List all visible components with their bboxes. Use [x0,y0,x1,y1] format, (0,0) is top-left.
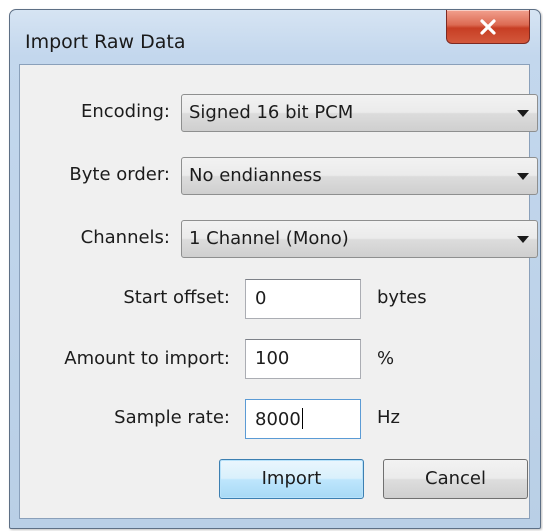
amount-input[interactable]: 100 [245,339,361,379]
byte-order-label: Byte order: [69,164,170,185]
dialog-body: Encoding: Signed 16 bit PCM Byte order: … [19,64,538,519]
chevron-down-icon [517,173,529,180]
chevron-down-icon [517,236,529,243]
amount-unit: % [377,348,395,369]
byte-order-dropdown[interactable]: No endianness [181,157,538,195]
start-offset-input[interactable]: 0 [245,279,361,319]
byte-order-value: No endianness [189,165,322,186]
start-offset-label: Start offset: [123,287,230,308]
chevron-down-icon [517,110,529,117]
start-offset-value: 0 [255,288,267,309]
sample-rate-value: 8000 [255,409,301,430]
sample-rate-label: Sample rate: [114,407,230,428]
channels-value: 1 Channel (Mono) [189,228,349,249]
text-caret [301,408,303,429]
sample-rate-unit: Hz [377,407,400,428]
import-raw-data-dialog: Import Raw Data Encoding: Signed 16 bit … [9,9,541,529]
close-button[interactable] [446,10,530,44]
sample-rate-input[interactable]: 8000 [245,399,361,439]
sample-rate-field-content: 8000 [255,408,303,430]
title-bar[interactable]: Import Raw Data [10,10,540,64]
import-button[interactable]: Import [219,459,364,499]
close-icon [480,18,496,35]
window-title: Import Raw Data [25,31,186,53]
channels-dropdown[interactable]: 1 Channel (Mono) [181,220,538,258]
amount-value: 100 [255,348,290,369]
channels-label: Channels: [80,227,170,248]
start-offset-unit: bytes [377,287,427,308]
amount-label: Amount to import: [64,348,230,369]
cancel-button[interactable]: Cancel [383,459,528,499]
encoding-value: Signed 16 bit PCM [189,102,354,123]
encoding-dropdown[interactable]: Signed 16 bit PCM [181,94,538,132]
encoding-label: Encoding: [80,101,170,122]
